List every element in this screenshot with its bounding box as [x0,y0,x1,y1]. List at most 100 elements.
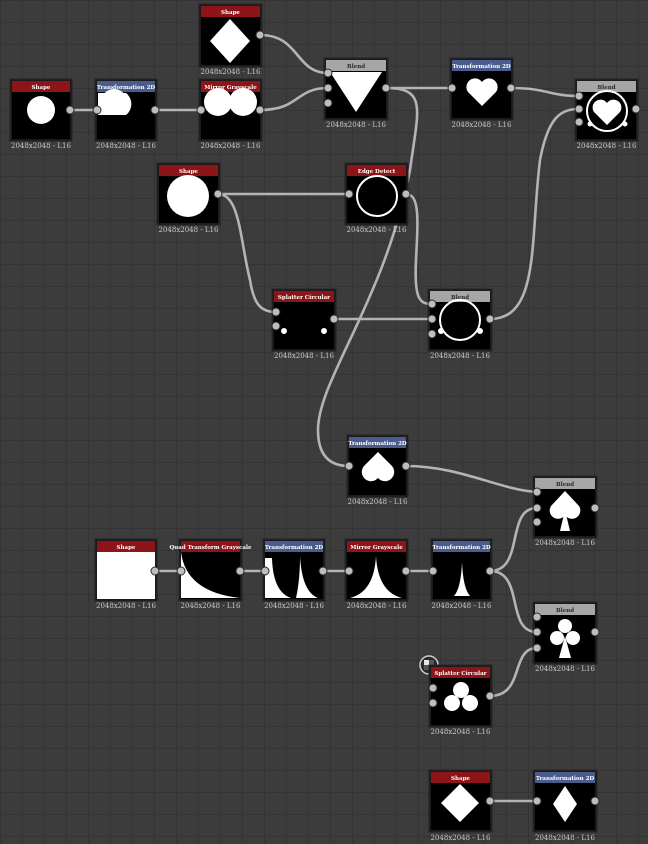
input-port[interactable] [344,189,354,199]
node-blend[interactable]: Blend 2048x2048 - L16 [532,601,600,673]
node-edge-detect[interactable]: Edge Detect 2048x2048 - L16 [344,162,411,234]
wire[interactable] [489,107,580,321]
input-port[interactable] [532,627,542,637]
input-port[interactable] [428,566,438,576]
output-port[interactable] [401,566,411,576]
input-port[interactable] [427,314,437,324]
input-port[interactable] [532,503,542,513]
node-title: Quad Transform Grayscale [170,545,252,551]
node-shape-diamond[interactable]: Shape 2048x2048 - L16 [198,3,265,76]
wire[interactable] [489,646,538,698]
input-port[interactable] [532,612,542,622]
node-title: Transformation 2D [265,545,324,551]
node-shape-square[interactable]: Shape 2048x2048 - L16 [94,538,160,610]
input-port[interactable] [447,83,457,93]
input-port[interactable] [92,105,102,115]
input-port[interactable] [344,566,354,576]
output-port[interactable] [590,796,600,806]
output-port[interactable] [401,461,411,471]
node-transformation-2d[interactable]: Transformation 2D 2048x2048 - L16 [344,434,411,506]
node-blend[interactable]: Blend 2048x2048 - L16 [574,78,641,150]
output-port[interactable] [485,796,495,806]
input-port[interactable] [532,643,542,653]
node-title: Transformation 2D [432,545,491,551]
input-port[interactable] [260,566,270,576]
node-title: Shape [179,169,198,175]
input-port[interactable] [323,98,333,108]
output-port[interactable] [590,503,600,513]
wire[interactable] [489,506,538,573]
node-resolution: 2048x2048 - L16 [201,68,261,76]
node-title: Transformation 2D [348,441,407,447]
node-quad-transform[interactable]: Quad Transform Grayscale 2048x2048 - L16 [170,538,252,610]
input-port[interactable] [428,698,438,708]
wire[interactable] [489,569,538,634]
node-transformation-2d[interactable]: Transformation 2D 2048x2048 - L16 [428,538,495,610]
output-port[interactable] [381,83,391,93]
output-port[interactable] [485,314,495,324]
node-title: Shape [451,776,470,782]
wire[interactable] [405,192,433,306]
node-resolution: 2048x2048 - L16 [430,352,490,360]
output-port[interactable] [506,83,516,93]
input-port[interactable] [344,461,354,471]
node-title: Shape [221,10,240,16]
node-transformation-2d[interactable]: Transformation 2D 2048x2048 - L16 [260,538,328,610]
input-port[interactable] [532,487,542,497]
node-resolution: 2048x2048 - L16 [535,539,595,547]
input-port[interactable] [196,105,206,115]
node-title: Transformation 2D [536,776,595,782]
input-port[interactable] [574,91,584,101]
wire[interactable] [316,86,419,468]
input-port[interactable] [323,68,333,78]
input-port[interactable] [428,683,438,693]
input-port[interactable] [271,321,281,331]
output-port[interactable] [631,104,641,114]
input-port[interactable] [271,307,281,317]
node-title: Blend [347,64,365,70]
input-port[interactable] [574,117,584,127]
input-port[interactable] [323,83,333,93]
node-shape-circle[interactable]: Shape 2048x2048 - L16 [156,162,223,234]
node-transformation-2d[interactable]: Transformation 2D 2048x2048 - L16 [447,57,516,129]
wire[interactable] [405,464,538,494]
node-transformation-2d[interactable]: Transformation 2D 2048x2048 - L16 [532,769,600,842]
input-port[interactable] [532,517,542,527]
output-port[interactable] [485,566,495,576]
wire[interactable] [217,192,277,314]
output-port[interactable] [255,105,265,115]
node-title: Splatter Circular [278,295,330,301]
node-shape-circle[interactable]: Shape 2048x2048 - L16 [9,78,75,150]
node-blend[interactable]: Blend 2048x2048 - L16 [427,288,495,360]
input-port[interactable] [574,104,584,114]
output-port[interactable] [318,566,328,576]
wire[interactable] [510,86,580,98]
output-port[interactable] [235,566,245,576]
node-transformation-2d[interactable]: Transformation 2D 2048x2048 - L16 [92,78,160,150]
wire[interactable] [259,33,329,75]
output-port[interactable] [150,105,160,115]
node-mirror-grayscale[interactable]: Mirror Grayscale 2048x2048 - L16 [344,538,411,610]
node-blend[interactable]: Blend 2048x2048 - L16 [323,57,391,129]
node-blend[interactable]: Blend 2048x2048 - L16 [532,475,600,547]
node-graph-canvas[interactable]: Shape 2048x2048 - L16 Blend 2048x2048 - … [0,0,648,844]
node-splatter-circular[interactable]: Splatter Circular 2048x2048 - L16 [428,664,495,736]
output-port[interactable] [590,627,600,637]
node-shape-diamond[interactable]: Shape 2048x2048 - L16 [428,769,495,842]
input-port[interactable] [427,329,437,339]
node-mirror-grayscale[interactable]: Mirror Grayscale 2048x2048 - L16 [196,78,265,150]
node-resolution: 2048x2048 - L16 [535,834,595,842]
node-splatter-circular[interactable]: Splatter Circular 2048x2048 - L16 [271,288,339,360]
wire[interactable] [259,86,329,112]
input-port[interactable] [532,796,542,806]
input-port[interactable] [176,566,186,576]
output-port[interactable] [150,566,160,576]
output-port[interactable] [485,691,495,701]
output-port[interactable] [213,189,223,199]
output-port[interactable] [401,189,411,199]
input-port[interactable] [427,299,437,309]
output-port[interactable] [329,314,339,324]
node-resolution: 2048x2048 - L16 [159,226,219,234]
output-port[interactable] [65,105,75,115]
output-port[interactable] [255,30,265,40]
